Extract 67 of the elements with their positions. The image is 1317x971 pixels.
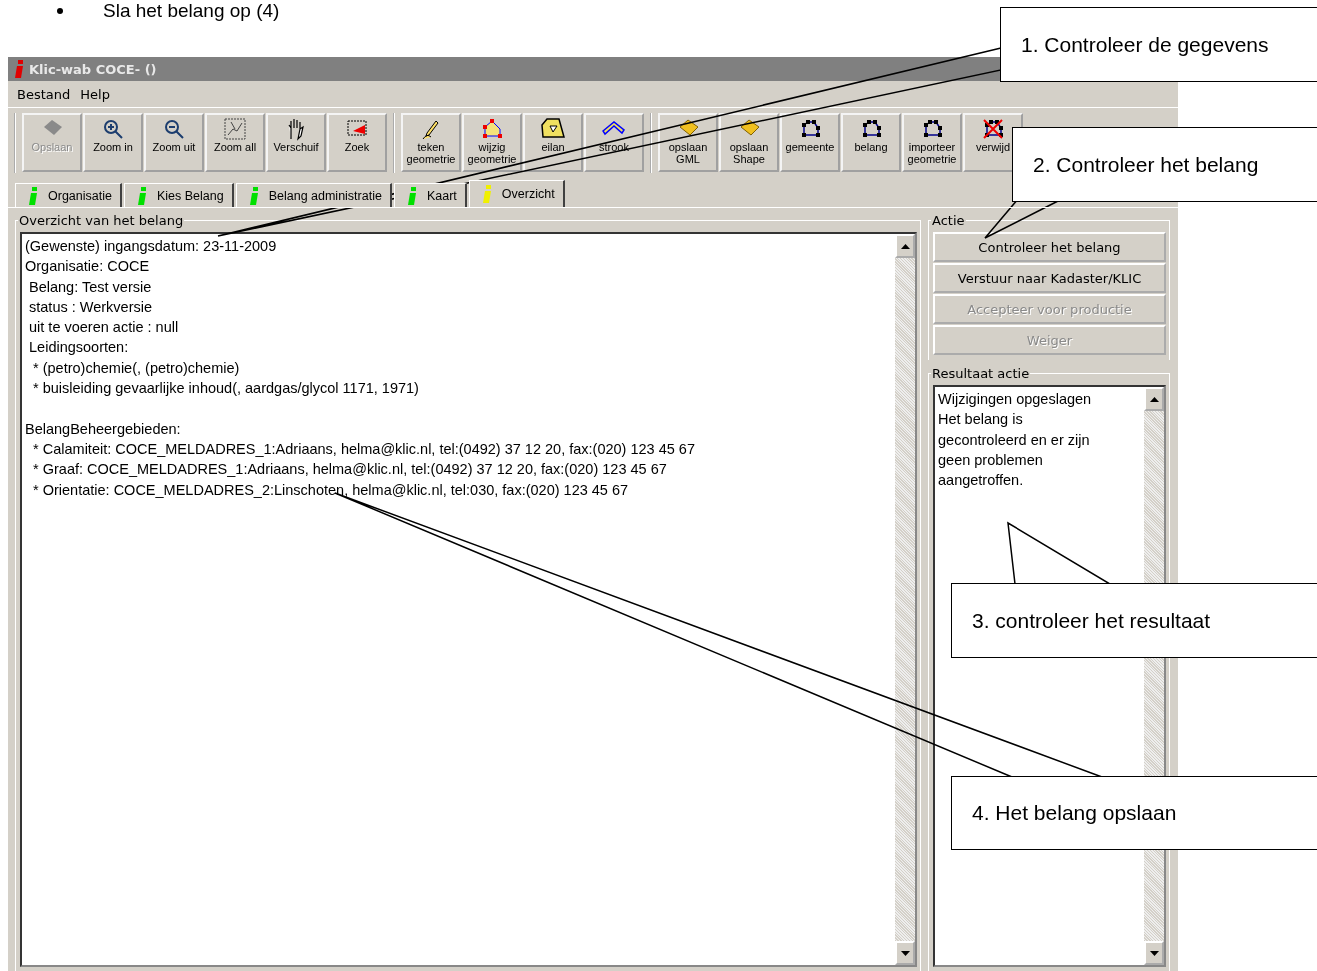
panel-title: Resultaat actie (931, 366, 1031, 381)
app-logo-icon (14, 60, 24, 78)
tab-icon (28, 186, 38, 205)
toolbar-button[interactable]: Verschuif (266, 113, 326, 172)
map-extent-icon (223, 117, 247, 141)
tab[interactable]: Kaart (393, 183, 467, 207)
overview-line: Leidingsoorten: (28, 338, 130, 358)
result-line: Het belang is (938, 410, 1024, 430)
overview-line: Belang: Test versie (28, 277, 153, 297)
toolbar-button[interactable]: opslaan Shape (719, 113, 779, 172)
scroll-up-icon[interactable] (900, 243, 910, 249)
overview-line: Organisatie: COCE (25, 257, 151, 277)
island-polygon-icon (541, 117, 565, 141)
bullet-text: Sla het belang op (4) (103, 1, 280, 21)
overview-line: BelangBeheergebieden: (25, 419, 182, 439)
menu-item[interactable]: Help (75, 86, 115, 102)
overview-line: status : Werkversie (28, 297, 154, 317)
toolbar-button[interactable]: strook (584, 113, 644, 172)
result-line: Wijzigingen opgeslagen (938, 390, 1093, 409)
toolbar-button[interactable]: Zoom all (205, 113, 265, 172)
scroll-up-icon[interactable] (1149, 396, 1159, 402)
result-line: aangetroffen. (938, 471, 1025, 491)
result-line: geen problemen (938, 450, 1044, 470)
toolbar-button[interactable]: belang (841, 113, 901, 172)
scrollbar[interactable] (895, 234, 915, 965)
tab-icon (481, 185, 492, 203)
overview-line: (Gewenste) ingangsdatum: 23-11-2009 (25, 237, 278, 256)
bullet-icon (57, 8, 63, 14)
window-title: Klic-wab COCE- () (29, 61, 157, 77)
callout-box: 3. controleer het resultaat (951, 583, 1317, 658)
overview-line: * buisleiding gevaarlijke inhoud(, aardgas/glycol 1171, 1971) (32, 379, 420, 399)
toolbar-button[interactable]: teken geometrie (401, 113, 461, 172)
tab-icon (406, 186, 417, 205)
toolbar-button[interactable]: Zoom uit (144, 113, 204, 172)
overview-line: * Calamiteit: COCE_MELDADRES_1:Adriaans, helma@klic.nl, tel:(0492) 37 12 20, fax:(020) 123 45 67 (32, 439, 696, 459)
toolbar-button[interactable]: gemeente (780, 113, 840, 172)
tab[interactable]: Overzicht (468, 180, 565, 207)
panel-title: Actie (931, 213, 966, 228)
scroll-down-icon[interactable] (900, 950, 910, 956)
toolbar-button[interactable]: importeer geometrie (902, 113, 962, 172)
callout-box: 1. Controleer de gegevens (1000, 7, 1317, 82)
zoom-in-icon (101, 117, 125, 141)
toolbar-button[interactable]: opslaan GML (658, 113, 718, 172)
tab-icon (248, 186, 259, 205)
delete-polygon-icon (981, 117, 1005, 141)
toolbar-button[interactable]: Zoom in (83, 113, 143, 172)
callout-box: 4. Het belang opslaan (951, 776, 1317, 850)
overview-line: * Graaf: COCE_MELDADRES_1:Adriaans, helma@klic.nl, tel:(0492) 37 12 20, fax:(020) 123 45 67 (32, 460, 668, 480)
scroll-down-icon[interactable] (1149, 950, 1159, 956)
zoom-out-icon (162, 117, 186, 141)
overview-line: * Orientatie: COCE_MELDADRES_2:Linschoten, helma@klic.nl, tel:030, fax:(020) 123 45 67 (32, 480, 630, 500)
tab[interactable]: Organisatie (15, 183, 122, 207)
overview-line: uit te voeren actie : null (28, 318, 180, 338)
tab-icon (136, 186, 147, 205)
toolbar-button[interactable]: wijzig geometrie (462, 113, 522, 172)
action-button[interactable]: Controleer het belang (933, 232, 1166, 262)
toolbar-button[interactable]: Zoek (327, 113, 387, 172)
callout-box: 2. Controleer het belang (1012, 127, 1317, 202)
result-line: gecontroleerd en er zijn (938, 430, 1091, 450)
polygon-edit-icon (480, 117, 504, 141)
tab[interactable]: Kies Belang (123, 183, 234, 207)
action-button[interactable]: Verstuur naar Kadaster/KLIC (933, 263, 1166, 293)
toolbar-button[interactable]: eilan (523, 113, 583, 172)
menu-item[interactable]: Bestand (12, 86, 76, 102)
tab[interactable]: Belang administratie (235, 183, 392, 207)
overview-line: * (petro)chemie(, (petro)chemie) (32, 358, 241, 378)
panel-title: Overzicht van het belang (18, 213, 185, 228)
